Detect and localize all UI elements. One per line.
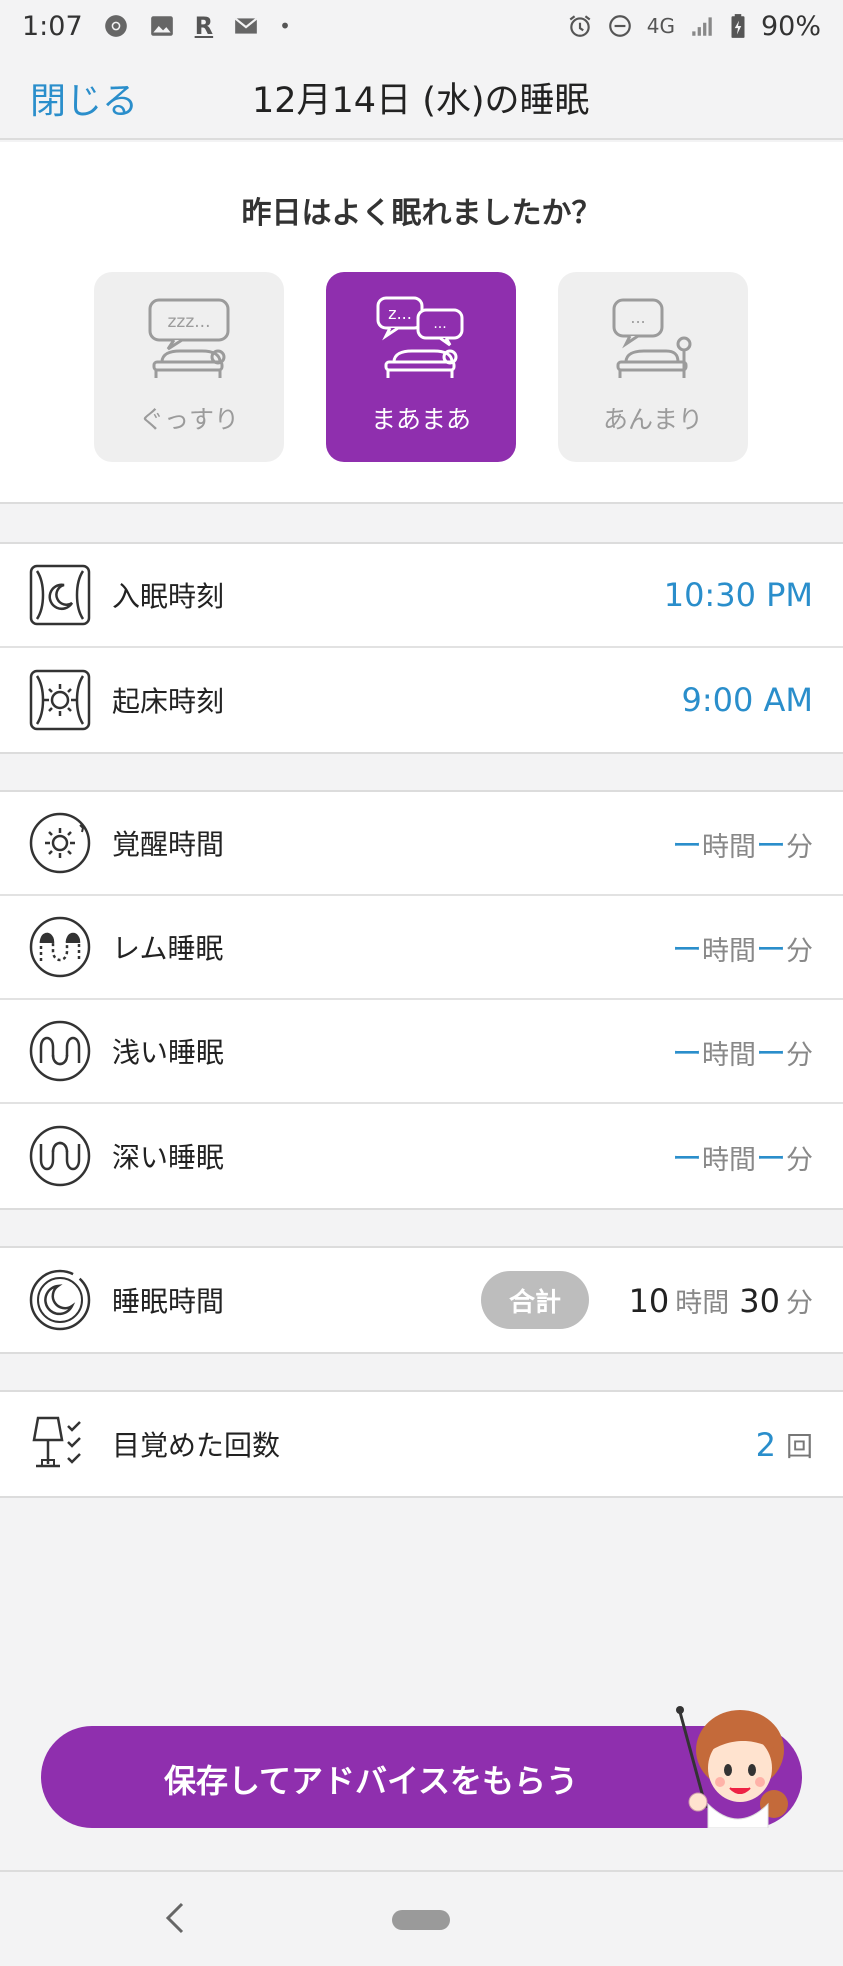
total-minutes: 30 — [739, 1281, 780, 1320]
hours-unit: 時間 — [702, 832, 756, 863]
stage-duration[interactable]: ー時間ー分 — [672, 925, 813, 969]
choice-good-label: ぐっすり — [138, 405, 239, 434]
stage-row[interactable]: 深い睡眠 ー時間ー分 — [0, 1104, 843, 1208]
advisor-mascot-icon — [668, 1694, 798, 1829]
total-hours: 10 — [628, 1281, 670, 1320]
minutes-value: ー — [756, 1142, 786, 1177]
r-icon: R — [194, 12, 214, 40]
close-button[interactable]: 閉じる — [30, 72, 138, 124]
chrome-icon — [103, 13, 129, 39]
svg-text:...: ... — [433, 316, 446, 332]
image-icon — [149, 13, 175, 39]
choice-good[interactable]: zzz... ぐっすり — [94, 272, 284, 462]
choice-poor-label: あんまり — [602, 405, 703, 434]
stage-label: 深い睡眠 — [112, 1141, 225, 1174]
battery-icon — [729, 13, 747, 39]
status-bar: 1:07 R • 4G 90% — [0, 0, 843, 52]
minutes-value: ー — [756, 829, 786, 864]
stage-duration[interactable]: ー時間ー分 — [672, 1029, 813, 1073]
header: 閉じる 12月14日 (水)の睡眠 — [0, 52, 843, 140]
light-sleep-wave-icon — [28, 1019, 92, 1083]
hours-unit: 時間 — [702, 1145, 756, 1176]
moon-clock-icon — [28, 1268, 92, 1332]
minutes-unit: 分 — [786, 1287, 813, 1319]
sleep-quality-card: 昨日はよく眠れましたか？ zzz... ぐっすり z... ... まあまあ .… — [0, 142, 843, 504]
sleep-stages-section: 覚醒時間 ー時間ー分 レム睡眠 ー時間ー分 浅い睡眠 ー時間ー分 深い睡眠 ー … — [0, 790, 843, 1210]
status-time: 1:07 — [22, 10, 83, 42]
awakenings-row[interactable]: 目覚めた回数 2 回 — [0, 1392, 843, 1496]
hours-value: ー — [672, 933, 702, 968]
stage-row[interactable]: 浅い睡眠 ー時間ー分 — [0, 1000, 843, 1104]
stage-duration[interactable]: ー時間ー分 — [672, 1134, 813, 1178]
alarm-icon — [567, 13, 593, 39]
minutes-unit: 分 — [786, 1145, 813, 1176]
sleeping-bed-icon: zzz... — [144, 296, 234, 386]
total-duration: 10 時間 30 分 — [629, 1281, 813, 1320]
stage-label: 覚醒時間 — [112, 828, 225, 861]
stage-row[interactable]: 覚醒時間 ー時間ー分 — [0, 792, 843, 896]
hours-value: ー — [672, 829, 702, 864]
stage-duration[interactable]: ー時間ー分 — [672, 821, 813, 865]
awakenings-section: 目覚めた回数 2 回 — [0, 1390, 843, 1498]
lamp-checklist-icon — [28, 1412, 92, 1476]
home-pill-button[interactable] — [392, 1910, 450, 1930]
total-badge: 合計 — [481, 1271, 589, 1329]
network-type: 4G — [646, 14, 675, 38]
awakenings-label: 目覚めた回数 — [112, 1429, 281, 1462]
battery-percent: 90% — [760, 10, 821, 42]
hours-value: ー — [672, 1142, 702, 1177]
hours-unit: 時間 — [702, 1040, 756, 1071]
bedtime-row[interactable]: 入眠時刻 10:30 PM — [0, 544, 843, 648]
hours-unit: 時間 — [675, 1287, 730, 1319]
bedtime-value[interactable]: 10:30 PM — [664, 576, 813, 614]
choice-average-label: まあまあ — [370, 405, 471, 434]
stage-label: 浅い睡眠 — [112, 1036, 225, 1069]
minutes-unit: 分 — [786, 832, 813, 863]
sun-window-icon — [28, 668, 92, 732]
notification-dot: • — [279, 14, 291, 38]
hours-value: ー — [672, 1037, 702, 1072]
wake-time-row[interactable]: 起床時刻 9:00 AM — [0, 648, 843, 752]
signal-icon — [689, 13, 715, 39]
awake-sun-icon — [28, 811, 92, 875]
save-and-get-advice-button[interactable]: 保存してアドバイスをもらう — [41, 1706, 802, 1829]
minutes-unit: 分 — [786, 1040, 813, 1071]
count-unit: 回 — [786, 1431, 813, 1463]
sleep-times-section: 入眠時刻 10:30 PM 起床時刻 9:00 AM — [0, 542, 843, 754]
sleep-quality-question: 昨日はよく眠れましたか？ — [241, 196, 602, 231]
choice-average[interactable]: z... ... まあまあ — [326, 272, 516, 462]
save-button-label: 保存してアドバイスをもらう — [163, 1762, 579, 1800]
hours-unit: 時間 — [702, 936, 756, 967]
back-chevron-icon[interactable] — [160, 1898, 190, 1938]
minutes-unit: 分 — [786, 936, 813, 967]
deep-sleep-wave-icon — [28, 1124, 92, 1188]
minutes-value: ー — [756, 1037, 786, 1072]
system-nav-bar — [0, 1870, 843, 1966]
awakenings-value: 2 — [755, 1425, 776, 1464]
bedtime-label: 入眠時刻 — [112, 580, 225, 613]
stage-label: レム睡眠 — [112, 932, 224, 965]
rem-wave-icon — [28, 915, 92, 979]
total-sleep-row: 睡眠時間 合計 10 時間 30 分 — [0, 1248, 843, 1352]
stage-row[interactable]: レム睡眠 ー時間ー分 — [0, 896, 843, 1000]
total-sleep-label: 睡眠時間 — [112, 1285, 225, 1318]
dnd-icon — [607, 13, 633, 39]
choice-poor-bubble: ... — [630, 308, 645, 327]
mail-icon — [233, 13, 259, 39]
sleeping-bed-icon: ... — [608, 296, 698, 386]
wake-time-value[interactable]: 9:00 AM — [681, 681, 813, 719]
total-sleep-section: 睡眠時間 合計 10 時間 30 分 — [0, 1246, 843, 1354]
awakenings-count[interactable]: 2 回 — [756, 1425, 813, 1464]
wake-time-label: 起床時刻 — [112, 685, 225, 718]
moon-window-icon — [28, 563, 92, 627]
choice-average-bubble: z... — [388, 304, 412, 323]
choice-poor[interactable]: ... あんまり — [558, 272, 748, 462]
minutes-value: ー — [756, 933, 786, 968]
choice-good-bubble: zzz... — [168, 312, 211, 332]
page-title: 12月14日 (水)の睡眠 — [252, 81, 590, 121]
sleeping-bed-icon: z... ... — [376, 296, 466, 386]
